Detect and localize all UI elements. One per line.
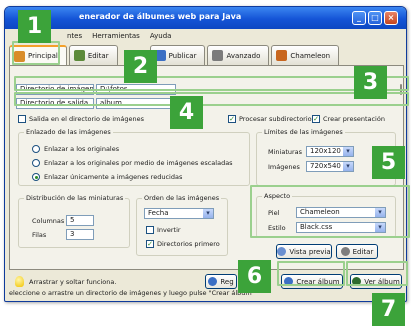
radio-dot	[32, 145, 40, 153]
radio-dot	[32, 159, 40, 167]
menu-item-ayuda[interactable]: Ayuda	[150, 29, 172, 43]
tab-label: Chameleon	[290, 51, 331, 60]
radio-label: Enlazar a los originales	[44, 145, 120, 153]
checkbox-label: Procesar subdirectorios	[239, 115, 316, 123]
status-bar: eleccione o arrastre un directorio de im…	[9, 289, 255, 297]
checkbox-box: ✓	[312, 115, 320, 123]
window-title: enerador de álbumes web para Java	[79, 12, 242, 21]
checkbox-box: ✓	[228, 115, 236, 123]
title-bar: enerador de álbumes web para Java _ □ ×	[5, 7, 406, 29]
lightbulb-icon	[15, 276, 24, 287]
image-size-select[interactable]: 720x540	[306, 161, 354, 172]
callout-badge-2: 2	[124, 50, 157, 83]
thumbs-group-title: Distribución de las miniaturas	[24, 194, 126, 202]
tab-label: Publicar	[168, 51, 197, 60]
link-originals-radio[interactable]: Enlazar a los originales	[32, 145, 119, 153]
app-window: enerador de álbumes web para Java _ □ × …	[4, 6, 407, 302]
chameleon-icon	[276, 50, 288, 61]
columns-field[interactable]: 5	[66, 215, 94, 226]
tab-publicar[interactable]: Publicar	[149, 45, 206, 65]
image-size-label: Imágenes	[268, 163, 300, 171]
highlight-frame	[346, 261, 408, 286]
preview-icon	[277, 247, 287, 256]
callout-badge-5: 5	[372, 146, 405, 179]
create-presentation-checkbox[interactable]: ✓ Crear presentación	[312, 115, 385, 123]
highlight-frame	[12, 41, 60, 65]
callout-badge-1: 1	[18, 10, 51, 43]
dirs-first-checkbox[interactable]: ✓ Directorios primero	[146, 240, 220, 248]
rows-label: Filas	[32, 231, 47, 239]
preview-button[interactable]: Vista previa	[276, 244, 332, 259]
callout-badge-6: 6	[238, 260, 271, 293]
callout-badge-4: 4	[170, 96, 203, 129]
regenerate-icon	[208, 277, 218, 286]
highlight-frame	[250, 185, 410, 238]
highlight-frame	[14, 92, 409, 106]
menu-item-ajustes[interactable]: ntes	[67, 29, 82, 43]
hint-text: Arrastrar y soltar funciona.	[29, 278, 117, 286]
order-group-title: Orden de las imágenes	[142, 194, 222, 202]
output-in-images-checkbox[interactable]: Salida en el directorio de imágenes	[18, 115, 144, 123]
rows-field[interactable]: 3	[66, 229, 94, 240]
process-subdirs-checkbox[interactable]: ✓ Procesar subdirectorios	[228, 115, 315, 123]
order-select[interactable]: Fecha	[144, 208, 214, 219]
button-label: Vista previa	[289, 247, 331, 256]
thumb-size-label: Miniaturas	[268, 148, 303, 156]
button-label: Reg	[220, 277, 234, 286]
maximize-button[interactable]: □	[368, 11, 382, 25]
tab-chameleon[interactable]: Chameleon	[271, 45, 340, 65]
columns-label: Columnas	[32, 217, 65, 225]
link-scaled-radio[interactable]: Enlazar a los originales por medio de im…	[32, 159, 233, 167]
button-label: Editar	[352, 247, 374, 256]
checkbox-label: Directorios primero	[157, 240, 220, 248]
checkbox-label: Crear presentación	[323, 115, 385, 123]
regenerate-button[interactable]: Reg	[205, 274, 237, 289]
callout-badge-3: 3	[354, 66, 387, 99]
radio-label: Enlazar a los originales por medio de im…	[44, 159, 233, 167]
screenshot-stage: enerador de álbumes web para Java _ □ × …	[0, 0, 411, 329]
highlight-frame	[14, 76, 409, 91]
checkbox-box	[146, 226, 154, 234]
checkbox-box	[18, 115, 26, 123]
tab-avanzado[interactable]: Avanzado	[207, 45, 270, 65]
tab-label: Editar	[87, 51, 109, 60]
callout-badge-7: 7	[372, 293, 405, 326]
invert-checkbox[interactable]: Invertir	[146, 226, 181, 234]
advanced-icon	[212, 50, 224, 61]
radio-dot	[32, 173, 40, 181]
tab-editar[interactable]: Editar	[68, 45, 118, 65]
linking-group-title: Enlazado de las imágenes	[24, 128, 113, 136]
tab-label: Avanzado	[226, 51, 261, 60]
thumb-size-select[interactable]: 120x120	[306, 146, 354, 157]
checkbox-label: Salida en el directorio de imágenes	[29, 115, 144, 123]
minimize-button[interactable]: _	[352, 11, 366, 25]
menu-item-herramientas[interactable]: Herramientas	[92, 29, 140, 43]
radio-label: Enlazar únicamente a imágenes reducidas	[44, 173, 183, 181]
menu-bar: ntes Herramientas Ayuda	[5, 29, 406, 43]
checkbox-box: ✓	[146, 240, 154, 248]
edit-icon	[340, 247, 350, 256]
edit-icon	[73, 50, 85, 61]
checkbox-label: Invertir	[157, 226, 181, 234]
close-button[interactable]: ×	[384, 11, 398, 25]
limits-group-title: Límites de las imágenes	[262, 128, 345, 136]
edit-style-button[interactable]: Editar	[336, 244, 378, 259]
window-controls: _ □ ×	[352, 11, 398, 25]
highlight-frame	[277, 261, 345, 286]
link-reduced-radio[interactable]: Enlazar únicamente a imágenes reducidas	[32, 173, 182, 181]
